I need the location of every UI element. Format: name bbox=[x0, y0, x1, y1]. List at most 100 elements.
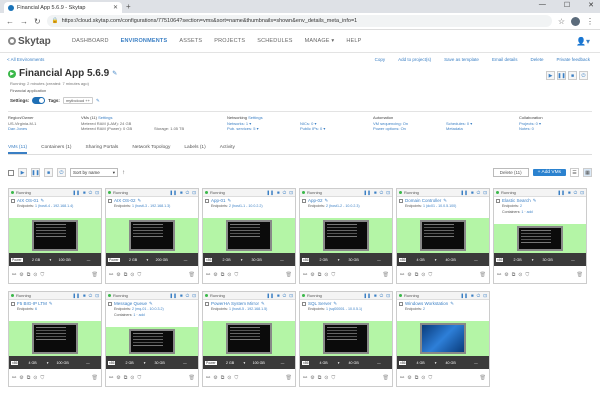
nav-schedules[interactable]: SCHEDULES bbox=[257, 38, 292, 44]
vm-console-thumbnail[interactable] bbox=[323, 323, 369, 354]
network-icon[interactable]: ⚯ bbox=[109, 375, 113, 381]
back-icon[interactable]: ← bbox=[6, 17, 14, 26]
nav-help[interactable]: HELP bbox=[346, 38, 361, 44]
nav-assets[interactable]: ASSETS bbox=[179, 38, 202, 44]
vm-pause-icon[interactable]: ❚❚ bbox=[557, 190, 565, 196]
vm-name[interactable]: AIX OS-01 bbox=[17, 198, 39, 203]
vm-name[interactable]: AIX OS-02 bbox=[114, 198, 136, 203]
snapshot-icon[interactable]: ⊙ bbox=[324, 375, 328, 381]
endpoints-value[interactable]: 2 bbox=[520, 204, 522, 208]
vm-rdp-icon[interactable]: ⊡ bbox=[192, 190, 196, 196]
vm-console-thumbnail[interactable] bbox=[517, 226, 563, 251]
vm-screen-area[interactable] bbox=[9, 321, 101, 356]
clone-icon[interactable]: ⧉ bbox=[124, 375, 128, 381]
vm-console-thumbnail[interactable] bbox=[323, 220, 369, 251]
containers-count[interactable]: 1 bbox=[521, 210, 523, 214]
browser-tab[interactable]: Financial App 5.6.9 - Skytap ✕ bbox=[4, 2, 122, 13]
vm-name[interactable]: App-02 bbox=[308, 198, 323, 203]
vm-stop-icon[interactable]: ■ bbox=[471, 293, 474, 299]
vm-checkbox[interactable] bbox=[496, 198, 500, 203]
endpoints-value[interactable]: 2 (host1-1 - 10.0.2.2) bbox=[229, 204, 263, 208]
grid-view-icon[interactable]: ▦ bbox=[583, 168, 592, 177]
label-icon[interactable]: ⛉ bbox=[40, 272, 44, 278]
label-icon[interactable]: ⛉ bbox=[137, 272, 141, 278]
vm-screen-area[interactable] bbox=[203, 321, 295, 356]
vm-name[interactable]: SQL Server bbox=[308, 301, 331, 306]
tab-sharing-portals[interactable]: Sharing Portals bbox=[86, 143, 119, 154]
network-icon[interactable]: ⚯ bbox=[497, 272, 501, 278]
endpoints-value[interactable]: 2 (host1-2 - 10.0.2.3) bbox=[326, 204, 360, 208]
endpoints-value[interactable]: 1 (hostl-5 - 192.168.1.5) bbox=[229, 307, 267, 311]
vm-rdp-icon[interactable]: ⊡ bbox=[95, 190, 99, 196]
vm-screen-area[interactable] bbox=[106, 327, 198, 356]
add-to-project-link[interactable]: Add to project(s) bbox=[398, 57, 431, 62]
label-icon[interactable]: ⛉ bbox=[137, 375, 141, 381]
ram-dropdown-icon[interactable]: ▾ bbox=[146, 258, 148, 262]
clone-icon[interactable]: ⧉ bbox=[27, 272, 31, 278]
nav-manage[interactable]: MANAGE ▾ bbox=[305, 38, 335, 44]
vm-power-icon[interactable]: ⏻ bbox=[283, 293, 287, 299]
settings-gear-icon[interactable]: ⚙ bbox=[504, 272, 508, 278]
vm-stop-icon[interactable]: ■ bbox=[180, 293, 183, 299]
vm-name[interactable]: PowerHA System Mirror bbox=[211, 301, 259, 306]
reload-icon[interactable]: ↻ bbox=[34, 17, 41, 26]
vm-card[interactable]: Running ❚❚ ■ ⏻ ⊡ App-02 ✎ Endpoints: 2 (… bbox=[299, 188, 393, 284]
snapshot-icon[interactable]: ⊙ bbox=[33, 272, 37, 278]
snapshot-icon[interactable]: ⊙ bbox=[130, 375, 134, 381]
settings-gear-icon[interactable]: ⚙ bbox=[310, 375, 314, 381]
vm-edit-icon[interactable]: ✎ bbox=[149, 301, 153, 307]
ram-dropdown-icon[interactable]: ▾ bbox=[338, 258, 340, 262]
vm-checkbox[interactable] bbox=[205, 301, 209, 306]
vm-delete-icon[interactable]: 🗑 bbox=[383, 272, 389, 278]
clone-icon[interactable]: ⧉ bbox=[27, 375, 31, 381]
tag-chip[interactable]: mytbcloud ++ bbox=[62, 97, 93, 104]
snapshot-icon[interactable]: ⊙ bbox=[227, 272, 231, 278]
save-as-template-link[interactable]: Save as template bbox=[444, 57, 479, 62]
ram-dropdown-icon[interactable]: ▾ bbox=[338, 361, 340, 365]
tab-close-icon[interactable]: ✕ bbox=[113, 4, 118, 11]
maximize-icon[interactable]: ☐ bbox=[564, 1, 570, 9]
vm-checkbox[interactable] bbox=[399, 198, 403, 203]
containers-count[interactable]: 1 bbox=[133, 313, 135, 317]
vm-pause-icon[interactable]: ❚❚ bbox=[363, 190, 371, 196]
snapshot-icon[interactable]: ⊙ bbox=[421, 375, 425, 381]
label-icon[interactable]: ⛉ bbox=[234, 272, 238, 278]
vm-edit-icon[interactable]: ✎ bbox=[333, 301, 337, 307]
network-icon[interactable]: ⚯ bbox=[206, 375, 210, 381]
vm-rdp-icon[interactable]: ⊡ bbox=[483, 293, 487, 299]
minimize-icon[interactable]: — bbox=[539, 1, 546, 9]
vm-edit-icon[interactable]: ✎ bbox=[443, 198, 447, 204]
run-icon[interactable]: ▶ bbox=[546, 71, 555, 80]
vm-card[interactable]: Running ❚❚ ■ ⏻ ⊡ AIX OS-02 ✎ Endpoints: … bbox=[105, 188, 199, 284]
ram-dropdown-icon[interactable]: ▾ bbox=[435, 258, 437, 262]
label-icon[interactable]: ⛉ bbox=[428, 375, 432, 381]
network-icon[interactable]: ⚯ bbox=[12, 375, 16, 381]
endpoints-value[interactable]: 2 (mq-01 - 10.0.3.2) bbox=[132, 307, 164, 311]
clone-icon[interactable]: ⧉ bbox=[221, 272, 225, 278]
snapshot-icon[interactable]: ⊙ bbox=[33, 375, 37, 381]
endpoints-value[interactable]: 1 (hostl-3 - 192.168.1.3) bbox=[132, 204, 170, 208]
add-vms-button[interactable]: + Add VMs bbox=[532, 169, 566, 176]
ram-dropdown-icon[interactable]: ▾ bbox=[47, 361, 49, 365]
vm-pause-icon[interactable]: ❚❚ bbox=[72, 293, 80, 299]
vm-name[interactable]: Windows Workstation bbox=[405, 301, 448, 306]
vm-screen-area[interactable] bbox=[494, 224, 586, 253]
vm-delete-icon[interactable]: 🗑 bbox=[480, 272, 486, 278]
vm-screen-area[interactable] bbox=[9, 218, 101, 253]
copy-link[interactable]: Copy bbox=[375, 57, 386, 62]
snapshot-icon[interactable]: ⊙ bbox=[227, 375, 231, 381]
vm-delete-icon[interactable]: 🗑 bbox=[92, 272, 98, 278]
vm-rdp-icon[interactable]: ⊡ bbox=[386, 190, 390, 196]
email-details-link[interactable]: Email details bbox=[492, 57, 518, 62]
vm-rdp-icon[interactable]: ⊡ bbox=[95, 293, 99, 299]
tab-vms[interactable]: VMs (11) bbox=[8, 143, 28, 154]
vm-name[interactable]: F5 BIG-IP LTM bbox=[17, 301, 47, 306]
vm-delete-icon[interactable]: 🗑 bbox=[286, 272, 292, 278]
vm-checkbox[interactable] bbox=[11, 198, 15, 203]
vm-edit-icon[interactable]: ✎ bbox=[228, 198, 232, 204]
vm-delete-icon[interactable]: 🗑 bbox=[577, 272, 583, 278]
vm-console-thumbnail[interactable] bbox=[420, 220, 466, 251]
settings-gear-icon[interactable]: ⚙ bbox=[213, 375, 217, 381]
settings-gear-icon[interactable]: ⚙ bbox=[407, 375, 411, 381]
vm-screen-area[interactable] bbox=[300, 218, 392, 253]
